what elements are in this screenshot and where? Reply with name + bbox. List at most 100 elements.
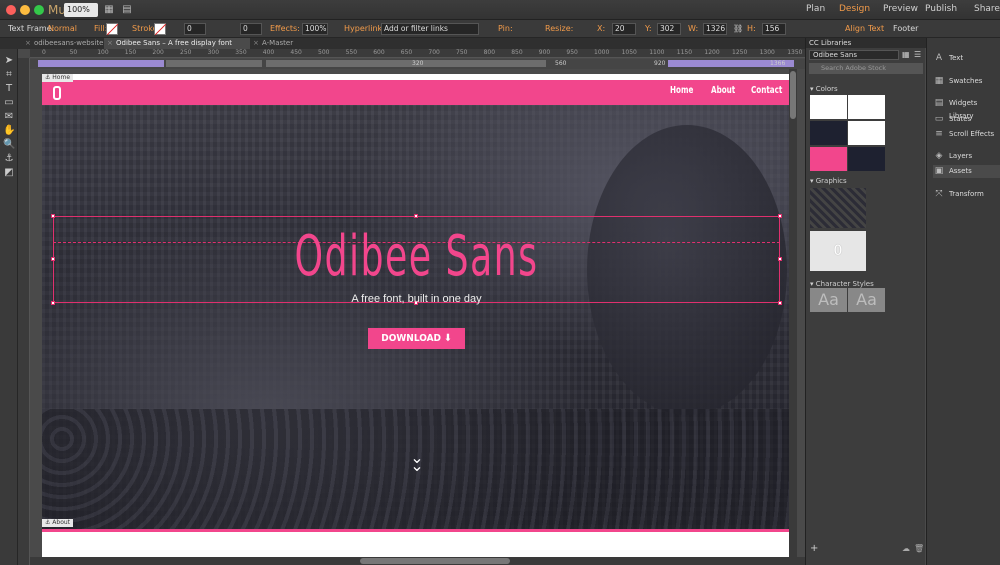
widgets-icon: ▤ (934, 98, 944, 108)
maximize-window-button[interactable] (34, 5, 44, 15)
mode-publish[interactable]: Publish (925, 4, 957, 14)
resize-handle[interactable] (778, 257, 782, 261)
breakpoint-range[interactable] (266, 60, 546, 67)
dock-swatches[interactable]: ▦ Swatches (933, 75, 1000, 88)
stroke-swatch[interactable] (154, 23, 166, 35)
footer-label[interactable]: Footer (893, 24, 918, 33)
list-view-icon[interactable]: ☰ (914, 50, 924, 60)
nav-contact[interactable]: Contact (751, 85, 782, 96)
color-swatch[interactable] (810, 95, 847, 119)
character-style-sample[interactable]: Aa (848, 288, 885, 312)
anchor-tool-icon[interactable]: ⚓ (3, 153, 15, 165)
zoom-select[interactable]: 100% (64, 3, 98, 17)
close-window-button[interactable] (6, 5, 16, 15)
character-styles-section-header[interactable]: ▾ Character Styles (810, 280, 874, 288)
link-dimensions-icon[interactable]: ⛓ (733, 24, 743, 33)
character-style-sample[interactable]: Aa (810, 288, 847, 312)
mode-plan[interactable]: Plan (806, 4, 825, 14)
hand-tool-icon[interactable]: ✋ (3, 125, 15, 137)
breakpoint-1366[interactable]: 1366 (770, 60, 785, 67)
close-tab-icon[interactable]: × (25, 38, 31, 49)
crop-tool-icon[interactable]: ⌗ (3, 69, 15, 81)
hero-title[interactable]: Odibee Sans (147, 224, 686, 289)
rectangle-tool-icon[interactable]: ▭ (3, 97, 15, 109)
align-label[interactable]: Align (845, 24, 865, 33)
nav-home[interactable]: Home (670, 85, 693, 96)
breakpoint-range[interactable] (38, 60, 164, 67)
opacity-field[interactable]: 100% (302, 23, 328, 35)
resize-handle[interactable] (778, 214, 782, 218)
selection-tool-icon[interactable]: ➤ (3, 55, 15, 67)
graphics-section-header[interactable]: ▾ Graphics (810, 177, 847, 185)
text-frame-value[interactable]: Normal (48, 24, 77, 33)
fill-swatch[interactable] (106, 23, 118, 35)
minimize-window-button[interactable] (20, 5, 30, 15)
dock-states[interactable]: ▭ States (933, 113, 1000, 126)
mode-share[interactable]: Share (974, 4, 1000, 14)
nav-about[interactable]: About (711, 85, 735, 96)
corner-radius-field[interactable]: 0 (240, 23, 262, 35)
text-label[interactable]: Text (868, 24, 884, 33)
dock-transform[interactable]: ⤧ Transform (933, 188, 1000, 201)
page[interactable]: Home About Contact ⚓ Home Odibee Sans A … (42, 74, 791, 557)
close-tab-icon[interactable]: × (253, 38, 259, 49)
breakpoint-bar[interactable]: 320 560 920 1366 (30, 59, 805, 69)
stroke-width-field[interactable]: 0 (184, 23, 206, 35)
dock-layers[interactable]: ◈ Layers (933, 150, 1000, 163)
mode-design[interactable]: Design (839, 4, 870, 14)
dock-assets[interactable]: ▣ Assets (933, 165, 1000, 178)
dock-widgets-library[interactable]: ▤ Widgets Library (933, 97, 1000, 120)
horizontal-scrollbar[interactable] (30, 557, 805, 565)
library-select[interactable]: Odibee Sans (809, 50, 899, 60)
anchor-home-tag[interactable]: ⚓ Home (42, 74, 74, 82)
download-button[interactable]: DOWNLOAD ⬇ (368, 328, 465, 349)
breakpoint-920[interactable]: 920 (654, 60, 665, 67)
breakpoint-320[interactable]: 320 (412, 60, 423, 67)
hero-subtitle[interactable]: A free font, built in one day (42, 293, 791, 305)
tab-odibee-sans-page[interactable]: ×Odibee Sans – A free display font made … (104, 38, 250, 58)
scroll-down-icon[interactable]: ⌄ ⌄ (407, 450, 427, 474)
vertical-scrollbar[interactable] (789, 69, 797, 557)
colors-section-header[interactable]: ▾ Colors (810, 85, 838, 93)
color-swatch[interactable] (848, 121, 885, 145)
fill-stroke-icon[interactable]: ◩ (3, 167, 15, 179)
resize-handle[interactable] (51, 214, 55, 218)
site-header[interactable]: Home About Contact (42, 80, 791, 105)
graphic-hero-image[interactable] (810, 188, 866, 228)
breakpoint-range[interactable] (166, 60, 262, 67)
dock-text[interactable]: A Text (933, 52, 1000, 65)
resize-handle[interactable] (414, 214, 418, 218)
dock-scroll-effects[interactable]: ≡ Scroll Effects (933, 128, 1000, 141)
close-tab-icon[interactable]: × (107, 38, 113, 49)
add-icon[interactable]: + (810, 543, 818, 554)
tab-odibeesans-website[interactable]: × odibeesans-website (22, 38, 104, 49)
tab-a-master[interactable]: × A-Master (250, 38, 310, 49)
resize-handle[interactable] (51, 257, 55, 261)
site-logo[interactable] (53, 86, 61, 100)
mode-preview[interactable]: Preview (883, 4, 918, 14)
color-swatch[interactable] (810, 147, 847, 171)
scroll-thumb[interactable] (360, 558, 510, 564)
scroll-thumb[interactable] (790, 71, 796, 119)
grid-view-icon[interactable]: ▦ (902, 50, 912, 60)
arrange-icon[interactable]: ▤ (120, 4, 134, 16)
anchor-about-tag[interactable]: ⚓ About (42, 519, 74, 527)
cloud-icon[interactable]: ☁ (902, 544, 910, 553)
color-swatch[interactable] (810, 121, 847, 145)
hyperlinks-input[interactable]: Add or filter links (381, 23, 479, 35)
view-options-icon[interactable]: ▦ (102, 4, 116, 16)
design-canvas[interactable]: Home About Contact ⚓ Home Odibee Sans A … (30, 69, 805, 557)
trash-icon[interactable]: 🗑 (914, 544, 924, 553)
color-swatch[interactable] (848, 147, 885, 171)
w-field[interactable]: 1326 (703, 23, 727, 35)
graphic-logo[interactable]: 0 (810, 231, 866, 271)
text-tool-icon[interactable]: T (3, 83, 15, 95)
x-field[interactable]: 20 (612, 23, 636, 35)
stock-search-input[interactable]: Search Adobe Stock (809, 63, 923, 74)
zoom-tool-icon[interactable]: 🔍 (3, 139, 15, 151)
widget-tool-icon[interactable]: ✉ (3, 111, 15, 123)
color-swatch[interactable] (848, 95, 885, 119)
breakpoint-560[interactable]: 560 (555, 60, 566, 67)
h-field[interactable]: 156 (762, 23, 786, 35)
y-field[interactable]: 302 (657, 23, 681, 35)
